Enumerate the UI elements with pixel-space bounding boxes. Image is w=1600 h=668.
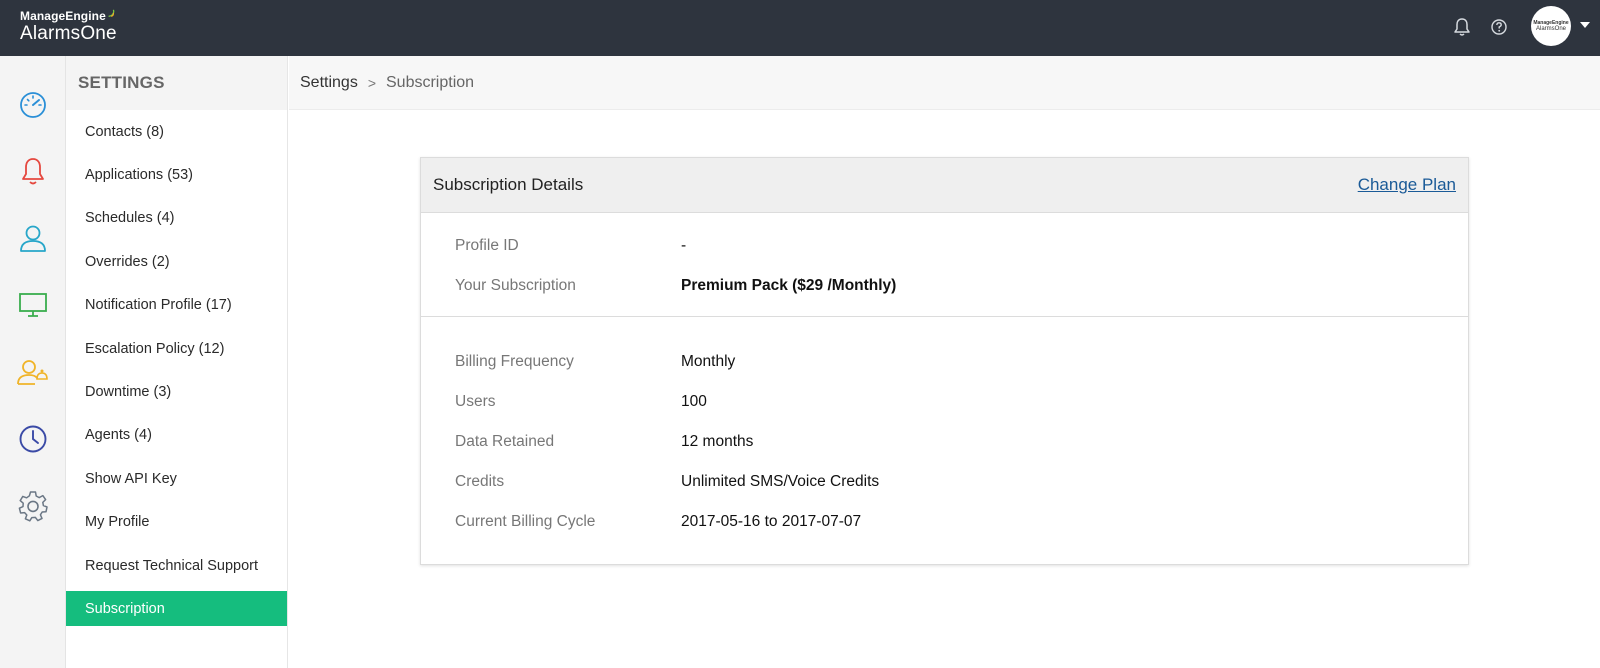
brand-logo[interactable]: ManageEngine AlarmsOne: [20, 9, 117, 45]
profile-id-value: -: [681, 237, 687, 254]
breadcrumb-separator-icon: >: [367, 74, 376, 91]
card-title: Subscription Details: [433, 175, 584, 194]
avatar-line2: AlarmsOne: [1535, 25, 1566, 32]
breadcrumb-settings[interactable]: Settings: [300, 74, 358, 92]
sidebar-item-show-api-key[interactable]: Show API Key: [66, 457, 287, 500]
bell-icon[interactable]: [1451, 16, 1473, 38]
breadcrumb-current: Subscription: [386, 73, 475, 91]
detail-row: Data Retained 12 months: [421, 422, 1468, 462]
credits-value: Unlimited SMS/Voice Credits: [681, 473, 880, 490]
sidebar-item-notification-profile[interactable]: Notification Profile (17): [66, 284, 287, 327]
sidebar-title: SETTINGS: [66, 56, 287, 110]
sidebar-item-request-technical-support[interactable]: Request Technical Support: [66, 544, 287, 587]
credits-label: Credits: [455, 473, 505, 490]
breadcrumb: Settings > Subscription: [289, 56, 1600, 110]
top-bar: ManageEngine AlarmsOne ManageEngine Alar…: [0, 0, 1600, 56]
sidebar-item-overrides[interactable]: Overrides (2): [66, 240, 287, 283]
user-icon[interactable]: [13, 218, 53, 258]
icon-rail: [0, 56, 66, 668]
your-subscription-label: Your Subscription: [455, 277, 576, 294]
users-label: Users: [455, 393, 496, 410]
your-subscription-value: Premium Pack ($29 /Monthly): [681, 277, 897, 294]
sidebar-item-agents[interactable]: Agents (4): [66, 414, 287, 457]
billing-section: Billing Frequency Monthly Users 100 Data…: [421, 317, 1468, 542]
detail-row: Credits Unlimited SMS/Voice Credits: [421, 462, 1468, 502]
sidebar-item-subscription[interactable]: Subscription: [66, 591, 287, 627]
oncall-user-icon[interactable]: [13, 352, 53, 392]
sidebar-item-applications[interactable]: Applications (53): [66, 153, 287, 196]
brand-company: ManageEngine: [20, 9, 106, 23]
help-icon[interactable]: [1488, 16, 1510, 38]
data-retained-value: 12 months: [681, 433, 754, 450]
data-retained-label: Data Retained: [455, 433, 555, 450]
avatar[interactable]: ManageEngine AlarmsOne: [1531, 6, 1571, 46]
profile-id-label: Profile ID: [455, 237, 519, 254]
current-billing-cycle-value: 2017-05-16 to 2017-07-07: [681, 513, 862, 530]
subscription-details-card: Subscription Details Change Plan Profile…: [420, 157, 1469, 565]
sidebar-item-escalation-policy[interactable]: Escalation Policy (12): [66, 327, 287, 370]
profile-section: Profile ID - Your Subscription Premium P…: [421, 213, 1468, 317]
dashboard-icon[interactable]: [13, 84, 53, 124]
detail-row: Your Subscription Premium Pack ($29 /Mon…: [421, 266, 1468, 306]
brand-product: AlarmsOne: [20, 23, 117, 44]
detail-row: Billing Frequency Monthly: [421, 342, 1468, 382]
account-dropdown-caret[interactable]: [1580, 22, 1590, 28]
current-billing-cycle-label: Current Billing Cycle: [455, 513, 596, 530]
users-value: 100: [681, 393, 707, 410]
card-header: Subscription Details Change Plan: [421, 158, 1468, 213]
detail-row: Current Billing Cycle 2017-05-16 to 2017…: [421, 502, 1468, 542]
sidebar-item-schedules[interactable]: Schedules (4): [66, 197, 287, 240]
change-plan-link[interactable]: Change Plan: [1358, 175, 1456, 195]
billing-frequency-label: Billing Frequency: [455, 353, 574, 370]
detail-row: Users 100: [421, 382, 1468, 422]
billing-frequency-value: Monthly: [681, 353, 736, 370]
sidebar-item-contacts[interactable]: Contacts (8): [66, 110, 287, 153]
clock-icon[interactable]: [13, 419, 53, 459]
monitor-icon[interactable]: [13, 285, 53, 325]
settings-sidebar: SETTINGS Contacts (8) Applications (53) …: [66, 56, 288, 668]
brand-arc-icon: [108, 9, 115, 17]
sidebar-item-downtime[interactable]: Downtime (3): [66, 370, 287, 413]
detail-row: Profile ID -: [421, 226, 1468, 266]
settings-gear-icon[interactable]: [13, 486, 53, 526]
sidebar-item-my-profile[interactable]: My Profile: [66, 501, 287, 544]
alarm-bell-icon[interactable]: [13, 151, 53, 191]
